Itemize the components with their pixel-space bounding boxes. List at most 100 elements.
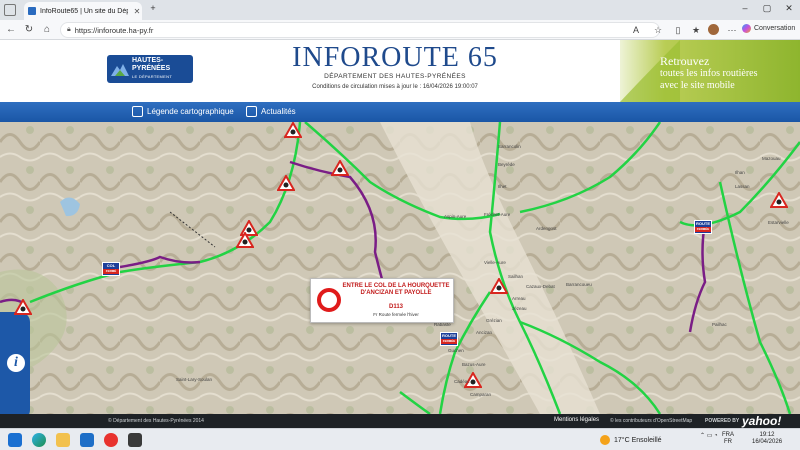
copyright-text: © Département des Hautes-Pyrénées 2014 bbox=[108, 418, 204, 424]
roadwork-warning-icon[interactable] bbox=[14, 299, 32, 315]
windows-taskbar: 17°C Ensoleillé ⌃ ▭ ◔ FRA FR 19:12 16/04/2… bbox=[0, 428, 800, 450]
site-favicon-icon bbox=[28, 7, 36, 15]
split-screen-icon[interactable]: ▯ bbox=[672, 24, 684, 36]
no-entry-icon bbox=[317, 288, 341, 312]
place-label: Jézeau bbox=[512, 306, 527, 311]
opera-icon[interactable] bbox=[104, 433, 118, 447]
logo-text: HAUTES- PYRÉNÉES LE DÉPARTEMENT bbox=[132, 57, 173, 79]
browser-tab[interactable]: InfoRoute65 | Un site du Départem ✕ bbox=[24, 2, 142, 20]
roadwork-warning-icon[interactable] bbox=[277, 175, 295, 191]
place-label: Barrancoueu bbox=[566, 282, 592, 287]
info-panel-toggle[interactable]: i bbox=[0, 312, 30, 414]
place-label: Guchen bbox=[448, 348, 464, 353]
map-terrain bbox=[0, 122, 800, 414]
close-window-icon[interactable]: ✕ bbox=[782, 3, 796, 14]
site-header: HAUTES- PYRÉNÉES LE DÉPARTEMENT INFOROUT… bbox=[0, 40, 800, 102]
tab-title: InfoRoute65 | Un site du Départem bbox=[40, 7, 128, 15]
place-label: Aspin-Aure bbox=[444, 214, 467, 219]
col-closed-sign[interactable]: COL FERMÉ bbox=[102, 262, 120, 276]
roadwork-warning-icon[interactable] bbox=[236, 232, 254, 248]
address-bar[interactable]: 🔒︎ https://inforoute.ha-py.fr bbox=[60, 22, 660, 38]
legal-link[interactable]: Mentions légales bbox=[554, 417, 599, 423]
file-explorer-icon[interactable] bbox=[56, 433, 70, 447]
place-label: Estarvielle bbox=[768, 220, 789, 225]
news-button[interactable]: Actualités bbox=[246, 106, 296, 117]
edge-icon[interactable] bbox=[32, 433, 46, 447]
powered-by-label: POWERED BY bbox=[705, 418, 740, 424]
road-closed-sign[interactable]: ROUTE FERMÉE bbox=[440, 332, 458, 346]
site-subtitle: DÉPARTEMENT DES HAUTES-PYRÉNÉES bbox=[324, 73, 466, 80]
road-closure-popup[interactable]: ENTRE LE COL DE LA HOURQUETTE D'ANCIZAN … bbox=[310, 278, 454, 323]
place-label: Beyrède bbox=[498, 162, 515, 167]
place-label: Sarrancolin bbox=[498, 144, 521, 149]
favorites-icon[interactable]: ★ bbox=[690, 24, 702, 36]
conversation-label: Conversation bbox=[754, 25, 796, 32]
site-brand: INFOROUTE 65 DÉPARTEMENT DES HAUTES-PYRÉ… bbox=[270, 42, 520, 90]
info-icon: i bbox=[7, 354, 25, 372]
browser-tab-bar: InfoRoute65 | Un site du Départem ✕ + – … bbox=[0, 0, 800, 20]
tray-icons[interactable]: ⌃ ▭ ◔ bbox=[700, 432, 718, 439]
mobile-promo-banner[interactable]: Retrouvez toutes les infos routières ave… bbox=[620, 40, 800, 102]
clock[interactable]: 19:12 16/04/2026 bbox=[752, 432, 782, 446]
place-label: Pailhac bbox=[712, 322, 727, 327]
lock-icon: 🔒︎ bbox=[67, 26, 71, 33]
popup-title: ENTRE LE COL DE LA HOURQUETTE D'ANCIZAN … bbox=[342, 283, 450, 296]
legend-button[interactable]: Légende cartographique bbox=[132, 106, 234, 117]
language-indicator[interactable]: FRA FR bbox=[722, 432, 734, 446]
close-tab-icon[interactable]: ✕ bbox=[132, 7, 142, 16]
place-label: Arreau bbox=[512, 296, 526, 301]
place-label: Bazus-Aure bbox=[462, 362, 486, 367]
main-nav: Légende cartographique Actualités bbox=[0, 102, 800, 122]
popup-road: D113 bbox=[388, 304, 403, 310]
place-label: Ancizan bbox=[476, 330, 493, 335]
place-label: Saint-Lary-Soulan bbox=[176, 377, 213, 382]
place-label: Ilhet bbox=[498, 184, 507, 189]
place-label: Fréchet-Aure bbox=[484, 212, 511, 217]
mail-icon[interactable] bbox=[80, 433, 94, 447]
tab-actions-icon[interactable] bbox=[4, 4, 16, 16]
osm-attribution: © les contributeurs d'OpenStreetMap bbox=[610, 418, 693, 424]
place-label: Mazouau bbox=[762, 156, 781, 161]
more-options-icon[interactable]: ⋯ bbox=[726, 24, 738, 36]
back-icon[interactable]: ← bbox=[4, 24, 18, 36]
weather-text: 17°C Ensoleillé bbox=[614, 436, 662, 444]
minimize-icon[interactable]: – bbox=[738, 3, 752, 13]
conversation-button[interactable]: Conversation bbox=[742, 24, 795, 33]
place-label: Camparan bbox=[470, 392, 492, 397]
read-aloud-icon[interactable]: A bbox=[630, 24, 642, 36]
profile-avatar[interactable] bbox=[708, 24, 719, 35]
news-label: Actualités bbox=[261, 107, 296, 116]
home-icon[interactable]: ⌂ bbox=[40, 24, 54, 36]
refresh-icon[interactable]: ↻ bbox=[22, 24, 36, 36]
place-label: Lassan bbox=[735, 184, 750, 189]
start-icon[interactable] bbox=[8, 433, 22, 447]
place-label: Grézian bbox=[486, 318, 502, 323]
place-label: Cadéac bbox=[454, 379, 470, 384]
calendar-icon bbox=[246, 106, 257, 117]
road-map[interactable]: i COL FERMÉ ROUTE FERMÉE ROUTE FERMÉE Sarra… bbox=[0, 122, 800, 414]
site-title: INFOROUTE 65 bbox=[292, 42, 498, 73]
sun-icon bbox=[600, 435, 610, 445]
roadwork-warning-icon[interactable] bbox=[331, 160, 349, 176]
url-text: https://inforoute.ha-py.fr bbox=[74, 25, 154, 35]
promo-line-2: toutes les infos routières avec le site … bbox=[660, 68, 758, 91]
promo-line-1: Retrouvez bbox=[660, 54, 710, 68]
favorite-star-icon[interactable]: ☆ bbox=[652, 24, 664, 36]
map-footer: © Département des Hautes-Pyrénées 2014 M… bbox=[0, 414, 800, 428]
place-label: Ilhan bbox=[735, 170, 745, 175]
roadwork-warning-icon[interactable] bbox=[770, 192, 788, 208]
weather-widget[interactable]: 17°C Ensoleillé bbox=[600, 435, 662, 445]
place-label: Vielle-Aure bbox=[484, 260, 506, 265]
maximize-icon[interactable]: ▢ bbox=[760, 3, 774, 14]
department-logo[interactable]: HAUTES- PYRÉNÉES LE DÉPARTEMENT bbox=[107, 55, 193, 83]
app-icon[interactable] bbox=[128, 433, 142, 447]
place-label: Sailhan bbox=[508, 274, 524, 279]
mountain-logo-icon bbox=[111, 64, 129, 76]
new-tab-icon[interactable]: + bbox=[146, 3, 160, 13]
update-timestamp: Conditions de circulation mises à jour l… bbox=[312, 84, 478, 90]
road-closed-sign[interactable]: ROUTE FERMÉE bbox=[694, 220, 712, 234]
roadwork-warning-icon[interactable] bbox=[284, 122, 302, 138]
copilot-icon bbox=[742, 24, 751, 33]
legend-label: Légende cartographique bbox=[147, 107, 234, 116]
roadwork-warning-icon[interactable] bbox=[490, 278, 508, 294]
